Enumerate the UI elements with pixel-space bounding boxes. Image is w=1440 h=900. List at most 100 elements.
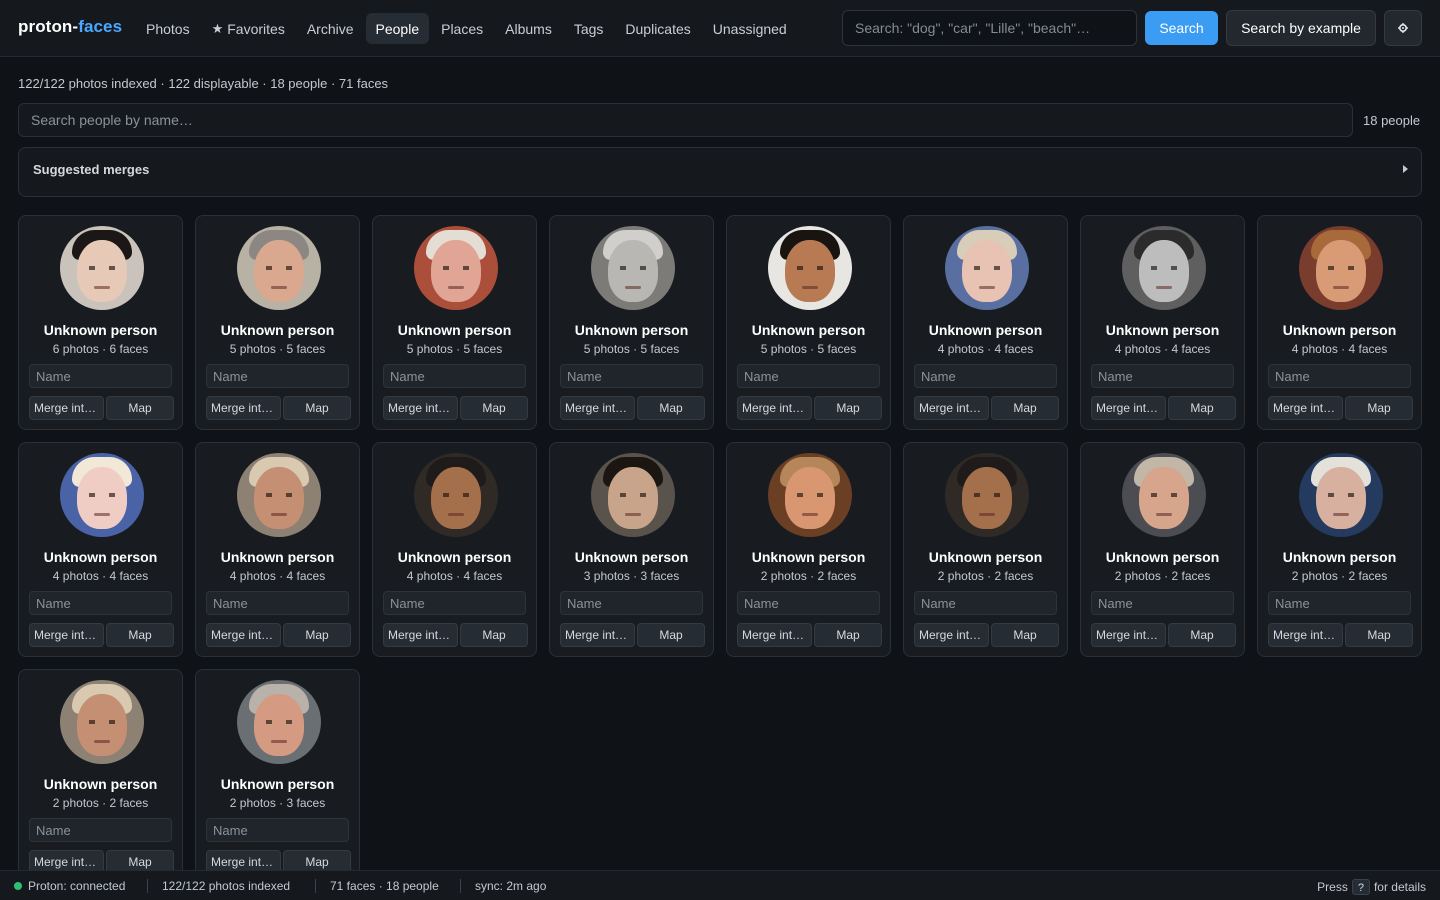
person-card[interactable]: Unknown person 5 photos · 5 faces Merge … xyxy=(726,215,891,430)
person-name-input[interactable] xyxy=(1091,591,1234,615)
person-avatar[interactable] xyxy=(237,226,321,310)
person-name-input[interactable] xyxy=(1091,364,1234,388)
person-avatar[interactable] xyxy=(60,453,144,537)
person-avatar[interactable] xyxy=(414,226,498,310)
person-name-input[interactable] xyxy=(206,818,349,842)
person-name-input[interactable] xyxy=(560,364,703,388)
person-card[interactable]: Unknown person 5 photos · 5 faces Merge … xyxy=(195,215,360,430)
person-avatar[interactable] xyxy=(945,453,1029,537)
person-avatar[interactable] xyxy=(60,680,144,764)
map-button[interactable]: Map xyxy=(814,623,882,647)
nav-photos[interactable]: Photos xyxy=(136,13,200,44)
person-avatar[interactable] xyxy=(1122,226,1206,310)
map-button[interactable]: Map xyxy=(460,623,528,647)
person-card[interactable]: Unknown person 5 photos · 5 faces Merge … xyxy=(372,215,537,430)
person-name-input[interactable] xyxy=(737,364,880,388)
merge-into-button[interactable]: Merge into… xyxy=(737,623,812,647)
nav-people[interactable]: People xyxy=(365,13,430,44)
merge-into-button[interactable]: Merge into… xyxy=(1091,623,1166,647)
person-avatar[interactable] xyxy=(237,453,321,537)
person-avatar[interactable] xyxy=(768,453,852,537)
merge-into-button[interactable]: Merge into… xyxy=(29,623,104,647)
nav-duplicates[interactable]: Duplicates xyxy=(615,13,700,44)
person-avatar[interactable] xyxy=(1299,226,1383,310)
person-card[interactable]: Unknown person 4 photos · 4 faces Merge … xyxy=(1257,215,1422,430)
search-button[interactable]: Search xyxy=(1145,11,1218,45)
merge-into-button[interactable]: Merge into… xyxy=(29,396,104,420)
person-avatar[interactable] xyxy=(945,226,1029,310)
merge-into-button[interactable]: Merge into… xyxy=(737,396,812,420)
nav-tags[interactable]: Tags xyxy=(564,13,614,44)
person-card[interactable]: Unknown person 2 photos · 2 faces Merge … xyxy=(1257,442,1422,657)
person-card[interactable]: Unknown person 2 photos · 2 faces Merge … xyxy=(726,442,891,657)
merge-into-button[interactable]: Merge into… xyxy=(914,396,989,420)
person-name-input[interactable] xyxy=(206,591,349,615)
person-avatar[interactable] xyxy=(237,680,321,764)
map-button[interactable]: Map xyxy=(460,396,528,420)
nav-favorites[interactable]: ★ Favorites xyxy=(202,13,295,44)
settings-button[interactable] xyxy=(1384,10,1422,46)
person-card[interactable]: Unknown person 4 photos · 4 faces Merge … xyxy=(1080,215,1245,430)
nav-albums[interactable]: Albums xyxy=(495,13,562,44)
person-avatar[interactable] xyxy=(768,226,852,310)
person-avatar[interactable] xyxy=(60,226,144,310)
person-name-input[interactable] xyxy=(1268,364,1411,388)
person-name-input[interactable] xyxy=(29,818,172,842)
photo-search-input[interactable] xyxy=(842,10,1137,46)
person-name-input[interactable] xyxy=(914,364,1057,388)
person-name-input[interactable] xyxy=(383,591,526,615)
map-button[interactable]: Map xyxy=(1168,396,1236,420)
merge-into-button[interactable]: Merge into… xyxy=(560,623,635,647)
person-card[interactable]: Unknown person 5 photos · 5 faces Merge … xyxy=(549,215,714,430)
person-card[interactable]: Unknown person 2 photos · 3 faces Merge … xyxy=(195,669,360,870)
map-button[interactable]: Map xyxy=(283,850,351,870)
map-button[interactable]: Map xyxy=(1345,396,1413,420)
person-avatar[interactable] xyxy=(1299,453,1383,537)
person-name-input[interactable] xyxy=(737,591,880,615)
map-button[interactable]: Map xyxy=(991,623,1059,647)
person-avatar[interactable] xyxy=(414,453,498,537)
person-name-input[interactable] xyxy=(914,591,1057,615)
person-avatar[interactable] xyxy=(591,226,675,310)
merge-into-button[interactable]: Merge into… xyxy=(1268,623,1343,647)
app-logo[interactable]: proton-faces xyxy=(18,17,122,37)
search-by-example-button[interactable]: Search by example xyxy=(1226,10,1376,46)
map-button[interactable]: Map xyxy=(283,623,351,647)
person-name-input[interactable] xyxy=(29,591,172,615)
merge-into-button[interactable]: Merge into… xyxy=(383,396,458,420)
map-button[interactable]: Map xyxy=(1168,623,1236,647)
merge-into-button[interactable]: Merge into… xyxy=(206,623,281,647)
map-button[interactable]: Map xyxy=(1345,623,1413,647)
map-button[interactable]: Map xyxy=(283,396,351,420)
nav-places[interactable]: Places xyxy=(431,13,493,44)
map-button[interactable]: Map xyxy=(106,850,174,870)
person-card[interactable]: Unknown person 4 photos · 4 faces Merge … xyxy=(195,442,360,657)
person-name-input[interactable] xyxy=(29,364,172,388)
person-name-input[interactable] xyxy=(560,591,703,615)
map-button[interactable]: Map xyxy=(637,623,705,647)
merge-into-button[interactable]: Merge into… xyxy=(1268,396,1343,420)
person-card[interactable]: Unknown person 6 photos · 6 faces Merge … xyxy=(18,215,183,430)
map-button[interactable]: Map xyxy=(106,623,174,647)
person-name-input[interactable] xyxy=(206,364,349,388)
merge-into-button[interactable]: Merge into… xyxy=(29,850,104,870)
nav-unassigned[interactable]: Unassigned xyxy=(703,13,797,44)
map-button[interactable]: Map xyxy=(106,396,174,420)
person-name-input[interactable] xyxy=(383,364,526,388)
merge-into-button[interactable]: Merge into… xyxy=(206,396,281,420)
person-card[interactable]: Unknown person 4 photos · 4 faces Merge … xyxy=(903,215,1068,430)
people-search-input[interactable] xyxy=(18,103,1353,137)
nav-archive[interactable]: Archive xyxy=(297,13,364,44)
merge-into-button[interactable]: Merge into… xyxy=(206,850,281,870)
merge-into-button[interactable]: Merge into… xyxy=(383,623,458,647)
person-card[interactable]: Unknown person 3 photos · 3 faces Merge … xyxy=(549,442,714,657)
person-avatar[interactable] xyxy=(591,453,675,537)
person-card[interactable]: Unknown person 4 photos · 4 faces Merge … xyxy=(372,442,537,657)
people-grid-scroll[interactable]: Unknown person 6 photos · 6 faces Merge … xyxy=(18,215,1422,870)
person-card[interactable]: Unknown person 4 photos · 4 faces Merge … xyxy=(18,442,183,657)
merge-into-button[interactable]: Merge into… xyxy=(560,396,635,420)
help-key[interactable]: ? xyxy=(1351,879,1370,895)
person-card[interactable]: Unknown person 2 photos · 2 faces Merge … xyxy=(903,442,1068,657)
person-card[interactable]: Unknown person 2 photos · 2 faces Merge … xyxy=(18,669,183,870)
person-avatar[interactable] xyxy=(1122,453,1206,537)
